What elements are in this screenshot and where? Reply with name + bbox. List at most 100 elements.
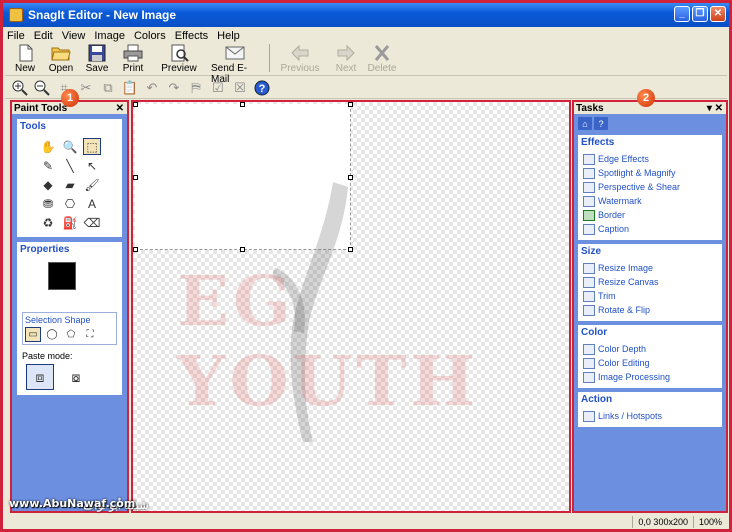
resize-handle[interactable]: [240, 247, 245, 252]
color-replace-tool-icon[interactable]: ♻: [39, 214, 57, 231]
selection-tool-icon[interactable]: ⬚: [83, 138, 101, 155]
properties-section: Properties Selection Shape ▭ ◯ ⬠ ⛶ Paste…: [17, 242, 122, 395]
open-button[interactable]: Open: [47, 44, 75, 74]
status-bar: 0,0 300x200 100%: [5, 515, 727, 529]
open-folder-icon: [51, 47, 71, 61]
flag-icon[interactable]: ⛿: [187, 79, 205, 97]
pane-close-icon[interactable]: ✕: [116, 103, 124, 114]
restore-button[interactable]: ❐: [692, 6, 708, 22]
undo-icon[interactable]: ↶: [143, 79, 161, 97]
arrow-left-icon: [291, 44, 309, 62]
task-perspective-shear[interactable]: Perspective & Shear: [583, 180, 722, 194]
menu-file[interactable]: File: [7, 30, 25, 42]
color-swatches[interactable]: [48, 262, 88, 302]
save-disk-icon: [88, 44, 106, 62]
previous-button[interactable]: Previous: [276, 44, 324, 74]
task-color-editing[interactable]: Color Editing: [583, 356, 722, 370]
home-icon[interactable]: ⌂: [578, 117, 592, 130]
main-toolbar: New Open Save Print Preview Send E-Mail …: [5, 44, 727, 85]
polygon-shape-icon[interactable]: ⬠: [63, 327, 79, 342]
highlighter-tool-icon[interactable]: ▰: [61, 176, 79, 193]
arrow-tool-icon[interactable]: ↖: [83, 157, 101, 174]
paste-transparent-icon[interactable]: ⧇: [62, 364, 90, 390]
brush-tool-icon[interactable]: 🖌: [83, 176, 101, 193]
menu-image[interactable]: Image: [94, 30, 125, 42]
task-edge-effects[interactable]: Edge Effects: [583, 152, 722, 166]
zoom-out-icon[interactable]: [33, 79, 51, 97]
line-tool-icon[interactable]: ╲: [61, 157, 79, 174]
task-caption[interactable]: Caption: [583, 222, 722, 236]
task-resize-image[interactable]: Resize Image: [583, 261, 722, 275]
properties-panel: Selection Shape ▭ ◯ ⬠ ⛶ Paste mode: ⧈ ⧇: [17, 257, 122, 395]
resize-handle[interactable]: [133, 175, 138, 180]
menu-edit[interactable]: Edit: [34, 30, 53, 42]
close-button[interactable]: ✕: [710, 6, 726, 22]
tools-grid: ✋ 🔍 ⬚ ✎ ╲ ↖ ◆ ▰ 🖌 ⛃ ⎔ A ♻ ⛽ ⌫: [17, 134, 122, 237]
task-border[interactable]: Border: [583, 208, 722, 222]
minimize-button[interactable]: _: [674, 6, 690, 22]
menu-colors[interactable]: Colors: [134, 30, 166, 42]
task-spotlight-magnify[interactable]: Spotlight & Magnify: [583, 166, 722, 180]
ellipse-shape-icon[interactable]: ◯: [44, 327, 60, 342]
task-image-processing[interactable]: Image Processing: [583, 370, 722, 384]
hand-tool-icon[interactable]: ✋: [39, 138, 57, 155]
title-bar: SnagIt Editor - New Image _ ❐ ✕: [3, 3, 729, 27]
eraser-tool-icon[interactable]: ⌫: [83, 214, 101, 231]
snagit-editor-window: SnagIt Editor - New Image _ ❐ ✕ File Edi…: [0, 0, 732, 532]
caption-icon: [583, 223, 595, 235]
check-icon[interactable]: ☑: [209, 79, 227, 97]
resize-handle[interactable]: [133, 247, 138, 252]
tasks-pane-controls[interactable]: ▾ ✕: [707, 103, 723, 114]
paste-icon[interactable]: 📋: [121, 79, 139, 97]
rectangle-shape-icon[interactable]: ▭: [25, 327, 41, 342]
envelope-icon: [225, 46, 245, 60]
zoom-in-icon[interactable]: [11, 79, 29, 97]
toolbar-separator: [269, 44, 270, 72]
task-color-depth[interactable]: Color Depth: [583, 342, 722, 356]
cut-icon[interactable]: ✂: [77, 79, 95, 97]
menu-view[interactable]: View: [62, 30, 86, 42]
next-button[interactable]: Next: [332, 44, 360, 74]
task-rotate-flip[interactable]: Rotate & Flip: [583, 303, 722, 317]
task-links-hotspots[interactable]: Links / Hotspots: [583, 409, 722, 423]
shape-tool-icon[interactable]: ◆: [39, 176, 57, 193]
color-editing-icon: [583, 357, 595, 369]
clear-icon[interactable]: ☒: [231, 79, 249, 97]
menu-help[interactable]: Help: [217, 30, 240, 42]
resize-handle[interactable]: [348, 102, 353, 107]
image-canvas[interactable]: EG YOUTH: [131, 100, 571, 513]
fill-tool-icon[interactable]: ⛽: [61, 214, 79, 231]
new-button[interactable]: New: [11, 44, 39, 74]
preview-button[interactable]: Preview: [155, 44, 203, 74]
task-watermark[interactable]: Watermark: [583, 194, 722, 208]
save-button[interactable]: Save: [83, 44, 111, 74]
callout-tool-icon[interactable]: ⎔: [61, 195, 79, 212]
selection-shape-group: Selection Shape ▭ ◯ ⬠ ⛶: [22, 312, 117, 345]
stamp-tool-icon[interactable]: ⛃: [39, 195, 57, 212]
resize-handle[interactable]: [133, 102, 138, 107]
edit-toolbar: ⌗ ✂ ⧉ 📋 ↶ ↷ ⛿ ☑ ☒ ?: [5, 77, 727, 99]
credit-url: www.AbuNawaf.com: [9, 497, 136, 510]
rotate-flip-icon: [583, 304, 595, 316]
resize-handle[interactable]: [348, 175, 353, 180]
tasks-help-icon[interactable]: ?: [594, 117, 608, 130]
print-button[interactable]: Print: [119, 44, 147, 74]
action-section-title: Action: [578, 392, 722, 407]
snagit-app-icon: [9, 8, 23, 22]
freehand-shape-icon[interactable]: ⛶: [82, 327, 98, 342]
size-section-title: Size: [578, 244, 722, 259]
effects-section-title: Effects: [578, 135, 722, 150]
delete-button[interactable]: Delete: [368, 44, 396, 74]
pen-tool-icon[interactable]: ✎: [39, 157, 57, 174]
menu-effects[interactable]: Effects: [175, 30, 208, 42]
task-resize-canvas[interactable]: Resize Canvas: [583, 275, 722, 289]
help-icon[interactable]: ?: [253, 79, 271, 97]
text-tool-icon[interactable]: A: [83, 195, 101, 212]
resize-handle[interactable]: [240, 102, 245, 107]
paste-opaque-icon[interactable]: ⧈: [26, 364, 54, 390]
foreground-color-swatch[interactable]: [48, 262, 76, 290]
redo-icon[interactable]: ↷: [165, 79, 183, 97]
magnifier-tool-icon[interactable]: 🔍: [61, 138, 79, 155]
copy-icon[interactable]: ⧉: [99, 79, 117, 97]
task-trim[interactable]: Trim: [583, 289, 722, 303]
